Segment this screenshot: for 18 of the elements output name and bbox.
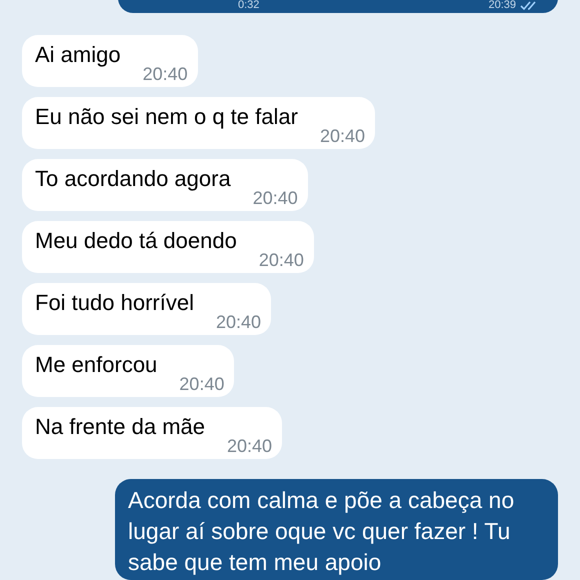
voice-duration: 0:32	[238, 0, 260, 11]
message-time: 20:40	[320, 127, 365, 145]
message-text: Eu não sei nem o q te falar	[35, 103, 298, 131]
message-time: 20:40	[226, 437, 272, 455]
message-text: Me enforcou	[35, 351, 158, 379]
message-text: To acordando agora	[35, 165, 231, 193]
message-time: 20:40	[258, 251, 304, 269]
message-text: Ai amigo	[35, 41, 121, 69]
message-text: Foi tudo horrível	[35, 289, 194, 317]
message-text: Na frente da mãe	[35, 413, 205, 441]
message-time: 20:40	[142, 65, 188, 83]
message-text: Acorda com calma e põe a cabeça no lugar aí sobre oque vc quer fazer ! Tu sabe que tem meu apoio	[128, 486, 516, 577]
message-time: 20:40	[179, 375, 224, 393]
message-time: 20:39	[488, 0, 516, 11]
message-time: 20:40	[252, 189, 298, 207]
voice-message-bubble[interactable]: 0:32 20:39	[118, 0, 558, 13]
message-text: Meu dedo tá doendo	[35, 227, 237, 255]
message-time: 20:40	[216, 313, 262, 331]
